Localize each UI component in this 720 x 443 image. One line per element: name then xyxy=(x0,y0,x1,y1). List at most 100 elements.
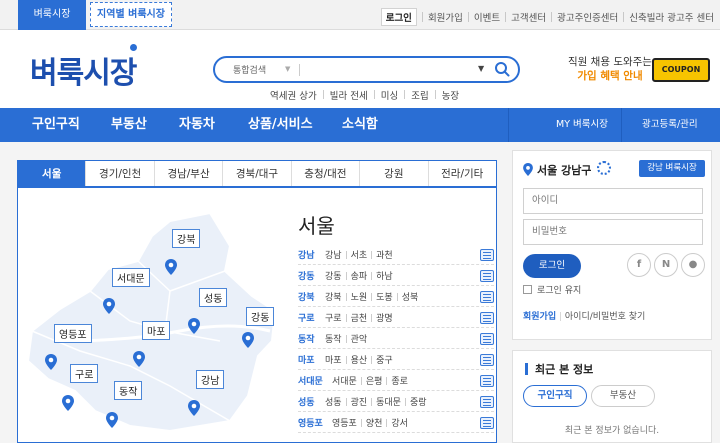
advertiser-auth-link[interactable]: 광고주인증센터 xyxy=(557,10,618,24)
district-row[interactable]: 동작 동작 관악 xyxy=(298,328,494,349)
district-row[interactable]: 마포 마포 용산 중구 xyxy=(298,349,494,370)
district-sub[interactable]: 양천 xyxy=(366,416,392,429)
nav-services[interactable]: 상품/서비스 xyxy=(248,108,313,142)
district-row[interactable]: 구로 구로 금천 광명 xyxy=(298,307,494,328)
map-label-seongdong[interactable]: 성동 xyxy=(199,288,228,307)
district-name[interactable]: 구로 xyxy=(298,311,325,324)
district-sub[interactable]: 과천 xyxy=(376,248,393,261)
list-icon[interactable] xyxy=(480,396,494,408)
keep-login[interactable]: 로그인 유지 xyxy=(523,283,581,296)
list-icon[interactable] xyxy=(480,291,494,303)
district-sub[interactable]: 중랑 xyxy=(410,395,427,408)
gear-icon[interactable] xyxy=(597,161,611,175)
district-row[interactable]: 강남 강남 서초 과천 xyxy=(298,244,494,265)
nav-cars[interactable]: 자동차 xyxy=(179,108,215,142)
seoul-map[interactable]: 강북 서대문 성동 강동 영등포 마포 구로 동작 강남 xyxy=(20,191,280,441)
search-input[interactable] xyxy=(305,61,465,78)
map-label-gangbuk[interactable]: 강북 xyxy=(172,229,201,248)
district-row[interactable]: 성동 성동 광진 동대문 중랑 xyxy=(298,391,494,412)
district-sub[interactable]: 하남 xyxy=(376,269,393,282)
district-sub[interactable]: 금천 xyxy=(351,311,377,324)
district-sub[interactable]: 성북 xyxy=(402,290,419,303)
district-name[interactable]: 마포 xyxy=(298,353,325,366)
coupon-icon[interactable]: COUPON xyxy=(652,58,710,82)
tab-gyeongbuk[interactable]: 경북/대구 xyxy=(223,161,292,186)
map-label-guro[interactable]: 구로 xyxy=(70,364,99,383)
list-icon[interactable] xyxy=(480,333,494,345)
district-name[interactable]: 영등포 xyxy=(298,416,332,429)
list-icon[interactable] xyxy=(480,354,494,366)
keep-login-checkbox[interactable] xyxy=(523,285,532,294)
villa-advertiser-link[interactable]: 신축빌라 광고주 센터 xyxy=(629,10,714,24)
map-pin-icon[interactable] xyxy=(106,412,118,428)
district-row[interactable]: 영등포 영등포 양천 강서 xyxy=(298,412,494,433)
quick-link[interactable]: 미싱 xyxy=(381,88,398,102)
map-label-seodaemun[interactable]: 서대문 xyxy=(112,268,150,287)
tab-main-site[interactable]: 벼룩시장 xyxy=(18,0,86,30)
map-label-mapo[interactable]: 마포 xyxy=(142,321,171,340)
quick-link[interactable]: 역세권 상가 xyxy=(270,88,317,102)
chevron-down-icon[interactable]: ▼ xyxy=(478,64,484,73)
event-link[interactable]: 이벤트 xyxy=(474,10,500,24)
tab-chungcheong[interactable]: 충청/대전 xyxy=(291,161,361,186)
district-sub[interactable]: 광진 xyxy=(351,395,377,408)
tab-seoul[interactable]: 서울 xyxy=(18,161,87,186)
quick-link[interactable]: 빌라 전세 xyxy=(330,88,368,102)
district-name[interactable]: 성동 xyxy=(298,395,325,408)
find-account-link[interactable]: 아이디/비밀번호 찾기 xyxy=(565,312,645,322)
nav-my[interactable]: MY 벼룩시장 xyxy=(556,108,608,142)
district-sub[interactable]: 서대문 xyxy=(332,374,366,387)
district-sub[interactable]: 강북 xyxy=(325,290,351,303)
list-icon[interactable] xyxy=(480,375,494,387)
map-pin-icon[interactable] xyxy=(103,298,115,314)
nav-jobs[interactable]: 구인구직 xyxy=(32,108,80,142)
map-label-gangnam[interactable]: 강남 xyxy=(196,370,225,389)
recent-tab-jobs[interactable]: 구인구직 xyxy=(523,385,587,407)
district-row[interactable]: 서대문 서대문 은평 종로 xyxy=(298,370,494,391)
chevron-down-icon[interactable]: ▼ xyxy=(285,65,290,73)
district-sub[interactable]: 은평 xyxy=(366,374,392,387)
district-row[interactable]: 강북 강북 노원 도봉 성북 xyxy=(298,286,494,307)
district-sub[interactable]: 영등포 xyxy=(332,416,366,429)
district-name[interactable]: 강남 xyxy=(298,248,325,261)
map-pin-icon[interactable] xyxy=(188,318,200,334)
district-sub[interactable]: 강남 xyxy=(325,248,351,261)
nav-news[interactable]: 소식함 xyxy=(342,108,378,142)
district-sub[interactable]: 강동 xyxy=(325,269,351,282)
tab-regional-site[interactable]: 지역별 벼룩시장 xyxy=(90,2,172,27)
naver-icon[interactable]: N xyxy=(654,253,678,277)
district-sub[interactable]: 강서 xyxy=(391,416,408,429)
map-pin-icon[interactable] xyxy=(242,332,254,348)
district-sub[interactable]: 마포 xyxy=(325,353,351,366)
district-sub[interactable]: 도봉 xyxy=(376,290,402,303)
login-link[interactable]: 로그인 xyxy=(380,8,417,26)
tab-gyeongnam[interactable]: 경남/부산 xyxy=(154,161,224,186)
map-pin-icon[interactable] xyxy=(165,259,177,275)
list-icon[interactable] xyxy=(480,249,494,261)
signup-link[interactable]: 회원가입 xyxy=(428,10,463,24)
map-label-dongjak[interactable]: 동작 xyxy=(114,381,143,400)
list-icon[interactable] xyxy=(480,312,494,324)
district-sub[interactable]: 용산 xyxy=(351,353,377,366)
map-label-gangdong[interactable]: 강동 xyxy=(246,307,275,326)
site-logo[interactable]: 벼룩시장 xyxy=(30,48,137,92)
district-sub[interactable]: 동작 xyxy=(325,332,351,345)
district-sub[interactable]: 성동 xyxy=(325,395,351,408)
district-sub[interactable]: 노원 xyxy=(351,290,377,303)
nav-ad-register[interactable]: 광고등록/관리 xyxy=(642,108,698,142)
customer-center-link[interactable]: 고객센터 xyxy=(511,10,546,24)
district-sub[interactable]: 중구 xyxy=(376,353,393,366)
map-pin-icon[interactable] xyxy=(45,354,57,370)
map-pin-icon[interactable] xyxy=(188,400,200,416)
district-name[interactable]: 서대문 xyxy=(298,374,332,387)
local-market-button[interactable]: 강남 벼룩시장 xyxy=(639,160,705,177)
kakao-icon[interactable]: ● xyxy=(681,253,705,277)
facebook-icon[interactable]: f xyxy=(627,253,651,277)
quick-link[interactable]: 농장 xyxy=(442,88,459,102)
promo-banner[interactable]: 직원 채용 도와주는 가입 혜택 안내 xyxy=(568,55,652,83)
district-name[interactable]: 동작 xyxy=(298,332,325,345)
district-sub[interactable]: 광명 xyxy=(376,311,393,324)
district-sub[interactable]: 송파 xyxy=(351,269,377,282)
search-category[interactable]: 통합검색 xyxy=(233,63,266,76)
list-icon[interactable] xyxy=(480,417,494,429)
